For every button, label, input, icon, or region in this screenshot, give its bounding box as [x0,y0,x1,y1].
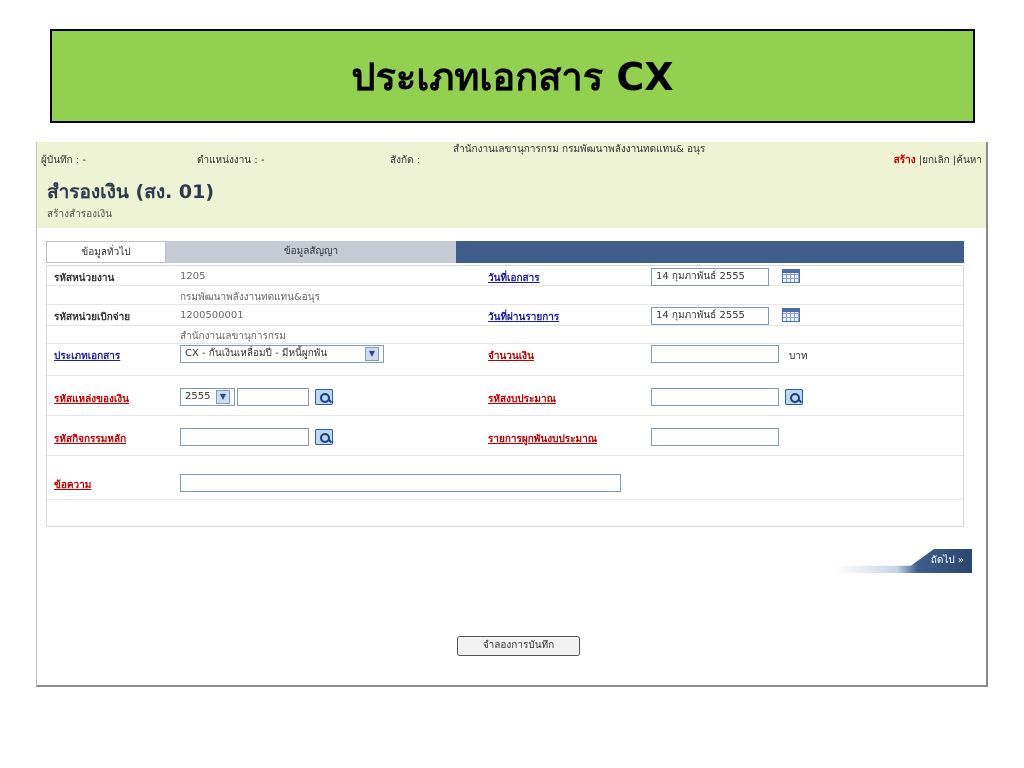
top-actions: สร้าง |ยกเลิก |ค้นหา [894,153,982,168]
agency-code-label: รหัสหน่วยงาน [54,273,115,284]
calendar-icon[interactable] [782,269,800,283]
cancel-link[interactable]: |ยกเลิก [919,155,950,166]
doc-type-select[interactable]: CX - กันเงินเหลื่อมปี - มีหนี้ผูกพัน [180,345,384,363]
disbursing-unit-label: รหัสหน่วยเบิกจ่าย [54,312,131,323]
search-link[interactable]: |ค้นหา [953,155,982,166]
amount-field[interactable] [651,345,779,363]
agency-name-value: กรมพัฒนาพลังงานทดแทน&อนุร [180,292,320,303]
page-title: สำรองเงิน (สง. 01) [47,181,215,203]
chevron-down-icon[interactable]: ▼ [365,347,379,361]
position-label: ตำแหน่งงาน : - [197,155,265,166]
tab-general-info[interactable]: ข้อมูลทั่วไป [46,241,166,263]
doc-date-label: วันที่เอกสาร [488,273,540,284]
doc-date-field[interactable]: 14 กุมภาพันธ์ 2555 [651,268,769,286]
amount-label: จำนวนเงิน [488,351,534,362]
tab-contract-info[interactable]: ข้อมูลสัญญา [166,241,456,263]
message-label: ข้อความ [54,480,92,491]
recorder-label: ผู้บันทึก : - [41,155,87,166]
page-banner-title: ประเภทเอกสาร CX [50,29,975,123]
tab-bar: ข้อมูลทั่วไป ข้อมูลสัญญา [46,241,964,263]
top-info-bar: ผู้บันทึก : - ตำแหน่งงาน : - สังกัด : สำ… [37,142,986,172]
disbursing-unit-name: สำนักงานเลขานุการกรม [180,331,286,342]
fund-source-field[interactable] [237,388,309,406]
next-button[interactable]: ถัดไป » [836,549,972,573]
agency-code-value: 1205 [180,271,206,282]
general-info-form: รหัสหน่วยงาน 1205 วันที่เอกสาร 14 กุมภาพ… [46,265,964,527]
disbursing-unit-code: 1200500001 [180,310,244,321]
simulate-save-button[interactable]: จำลองการบันทึก [457,636,580,656]
affiliation-label: สังกัด : [390,155,421,166]
calendar-icon[interactable] [782,308,800,322]
budget-commitment-label: รายการผูกพันงบประมาณ [488,434,598,445]
search-icon[interactable] [315,389,333,405]
app-window: ผู้บันทึก : - ตำแหน่งงาน : - สังกัด : สำ… [36,142,988,687]
chevron-down-icon[interactable]: ▼ [216,390,230,404]
fund-source-label: รหัสแหล่งของเงิน [54,394,129,405]
page-subtitle: สร้างสำรองเงิน [47,209,113,220]
budget-commitment-field[interactable] [651,428,779,446]
post-date-label: วันที่ผ่านรายการ [488,312,560,323]
post-date-field[interactable]: 14 กุมภาพันธ์ 2555 [651,307,769,325]
budget-code-label: รหัสงบประมาณ [488,394,556,405]
amount-unit: บาท [789,351,808,362]
main-activity-label: รหัสกิจกรรมหลัก [54,434,127,445]
search-icon[interactable] [315,429,333,445]
budget-code-field[interactable] [651,388,779,406]
affiliation-value: สำนักงานเลขานุการกรม กรมพัฒนาพลังงานทดแท… [453,144,706,155]
message-field[interactable] [180,474,621,492]
create-link[interactable]: สร้าง [894,155,916,166]
page-header: สำรองเงิน (สง. 01) สร้างสำรองเงิน [37,172,986,228]
doc-type-label: ประเภทเอกสาร [54,351,121,362]
main-activity-field[interactable] [180,428,309,446]
search-icon[interactable] [785,389,803,405]
